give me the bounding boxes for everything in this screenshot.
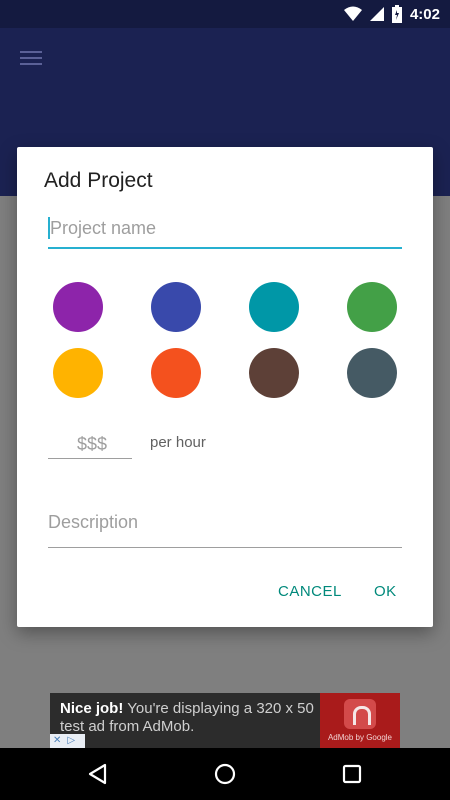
hourly-rate-field: [48, 430, 136, 459]
admob-mark-icon: [344, 699, 376, 729]
description-input[interactable]: [48, 507, 402, 537]
dialog-title: Add Project: [44, 169, 153, 192]
back-icon[interactable]: [86, 762, 110, 786]
recents-icon[interactable]: [340, 762, 364, 786]
ad-text: Nice job! You're displaying a 320 x 50 t…: [60, 700, 315, 736]
text-cursor: [48, 217, 50, 239]
color-picker: [53, 282, 403, 398]
cancel-button[interactable]: CANCEL: [278, 583, 342, 600]
ad-banner[interactable]: Nice job! You're displaying a 320 x 50 t…: [50, 693, 400, 748]
admob-caption: AdMob by Google: [327, 733, 393, 742]
color-swatch-indigo[interactable]: [151, 282, 201, 332]
wifi-icon: [343, 6, 362, 21]
status-bar: 4:02: [0, 0, 450, 28]
battery-icon: [391, 5, 402, 23]
add-project-dialog: Add Project per hour CANCEL OK: [17, 147, 433, 627]
description-field: [48, 507, 402, 548]
status-time: 4:02: [409, 5, 440, 23]
signal-icon: [369, 7, 384, 21]
hourly-rate-input[interactable]: [48, 430, 136, 458]
project-name-field: [48, 213, 402, 249]
ad-choices-icon[interactable]: ✕ ▷: [50, 734, 85, 748]
ad-headline: Nice job!: [60, 700, 124, 717]
navigation-bar: [0, 748, 450, 800]
per-hour-label: per hour: [150, 434, 206, 451]
color-swatch-amber[interactable]: [53, 348, 103, 398]
color-swatch-cyan[interactable]: [249, 282, 299, 332]
color-swatch-brown[interactable]: [249, 348, 299, 398]
ok-button[interactable]: OK: [374, 583, 397, 600]
hamburger-menu-icon[interactable]: [20, 48, 42, 66]
color-swatch-orange[interactable]: [151, 348, 201, 398]
color-swatch-purple[interactable]: [53, 282, 103, 332]
color-swatch-blue-grey[interactable]: [347, 348, 397, 398]
home-icon[interactable]: [213, 762, 237, 786]
project-name-input[interactable]: [48, 213, 402, 243]
admob-logo: AdMob by Google: [320, 693, 400, 748]
color-swatch-green[interactable]: [347, 282, 397, 332]
status-icons: 4:02: [343, 4, 440, 24]
